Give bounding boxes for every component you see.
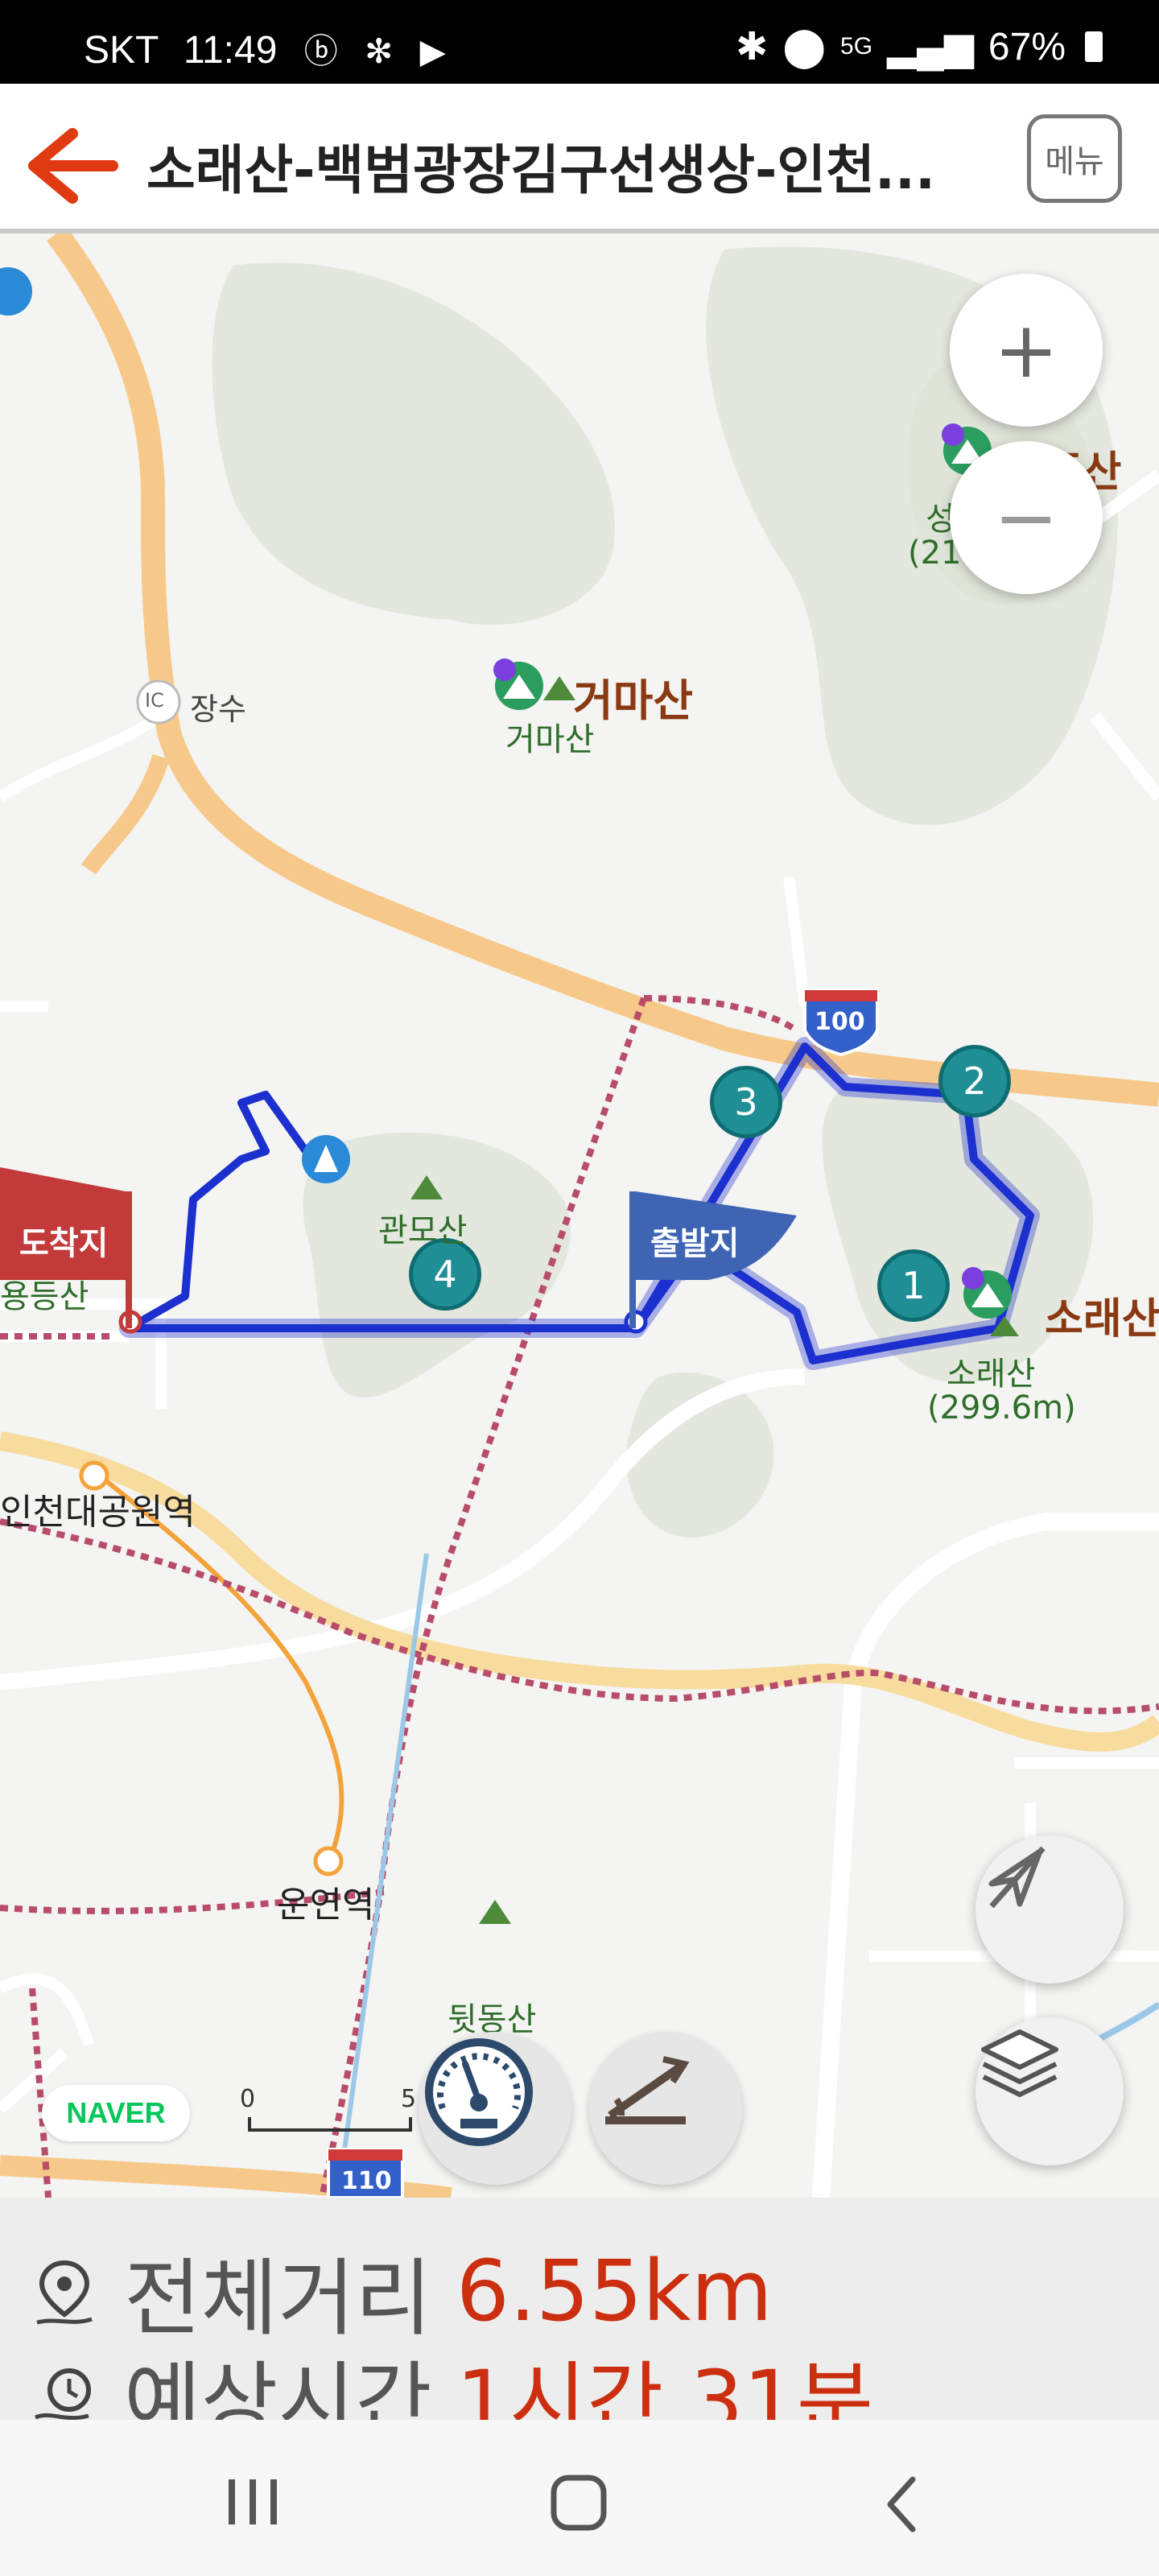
distance-value: 6.55km [456, 2241, 773, 2340]
elevation-button[interactable] [589, 2032, 742, 2185]
system-nav-bar [0, 2420, 1159, 2576]
speedometer-button[interactable] [419, 2032, 571, 2185]
5g-icon: 5G [840, 33, 873, 60]
mountain-area [212, 262, 615, 625]
place-label-gwanmo: 관모산 [378, 1212, 468, 1249]
map-view[interactable]: 3 2 1 4 출발지 도착지 거마산 거마산 IC 장수 관모산 소래산 소래… [0, 233, 1159, 2198]
end-flag-label[interactable]: 도착지 [19, 1217, 108, 1264]
route-pin-icon [36, 2260, 93, 2324]
highway-shield-100-label: 100 [815, 1008, 865, 1036]
place-label-sorae: 소래산 [1045, 1295, 1159, 1344]
back-icon[interactable] [869, 2468, 934, 2541]
major-road [80, 753, 170, 875]
page-title: 소래산-백범광장김구선생상-인천... [146, 139, 936, 201]
plus-icon: + [993, 305, 1059, 395]
place-label-sorae-sub: 소래산 [947, 1356, 1036, 1393]
back-arrow-icon [28, 128, 118, 204]
battery-text: 67% [988, 25, 1066, 68]
compass-off-icon [988, 1846, 1046, 1909]
location-icon: ⬤ [782, 26, 827, 68]
place-label-jangsu: 장수 [190, 691, 246, 727]
highway-shield-110-label: 110 [341, 2167, 392, 2195]
scale-label-5: 5 [401, 2085, 417, 2113]
start-flag-label[interactable]: 출발지 [650, 1217, 739, 1264]
zoom-in-button[interactable]: + [950, 274, 1103, 427]
naver-logo: NAVER [42, 2085, 190, 2141]
back-button[interactable] [23, 116, 119, 213]
youtube-icon: ▶ [419, 32, 446, 70]
waypoint-marker-1[interactable]: 1 [877, 1249, 950, 1322]
recent-apps-icon[interactable] [217, 2471, 290, 2536]
station-label-incheon-park: 인천대공원역 [0, 1492, 196, 1533]
home-icon[interactable] [542, 2467, 615, 2539]
b-app-icon: ⓑ [303, 32, 338, 70]
battery-icon [1085, 31, 1103, 62]
place-label-sorae-height: (299.6m) [927, 1389, 1076, 1426]
scale-label-0: 0 [240, 2085, 256, 2113]
app-header: 소래산-백범광장김구선생상-인천... 메뉴 [0, 84, 1159, 233]
ic-label: IC [145, 689, 164, 712]
fan-icon: ✻ [365, 32, 394, 70]
layers-icon [981, 2029, 1058, 2097]
route-info-panel: 전체거리 6.55km 예상시간 1시간 31분 [0, 2198, 1159, 2450]
place-label-geoma-sub: 거마산 [505, 721, 595, 758]
compass-button[interactable] [975, 1835, 1124, 1984]
bluetooth-icon: ✱ [736, 26, 769, 68]
layers-button[interactable] [975, 2017, 1124, 2165]
elevation-icon [605, 2056, 690, 2124]
status-left: SKT 11:49 ⓑ ✻ ▶ [84, 24, 446, 73]
menu-button[interactable]: 메뉴 [1027, 114, 1122, 203]
camp-icon [0, 267, 32, 316]
clock-route-icon [35, 2368, 91, 2420]
status-right: ✱ ⬤ 5G ▂▄▆ 67% [736, 24, 1103, 69]
waypoint-marker-3[interactable]: 3 [710, 1066, 782, 1138]
signal-icon: ▂▄▆ [887, 26, 974, 68]
status-bar: SKT 11:49 ⓑ ✻ ▶ ✱ ⬤ 5G ▂▄▆ 67% [0, 0, 1159, 84]
speedometer-icon [425, 2038, 533, 2146]
waypoint-marker-2[interactable]: 2 [938, 1045, 1011, 1117]
station-label-unyeon: 운연역 [277, 1885, 375, 1926]
minus-icon: − [993, 473, 1059, 563]
carrier: SKT [84, 29, 159, 72]
zoom-out-button[interactable]: − [950, 441, 1103, 594]
peak-badge [493, 658, 543, 710]
place-label-yongdeung: 용등산 [0, 1278, 89, 1315]
clock: 11:49 [183, 29, 278, 72]
